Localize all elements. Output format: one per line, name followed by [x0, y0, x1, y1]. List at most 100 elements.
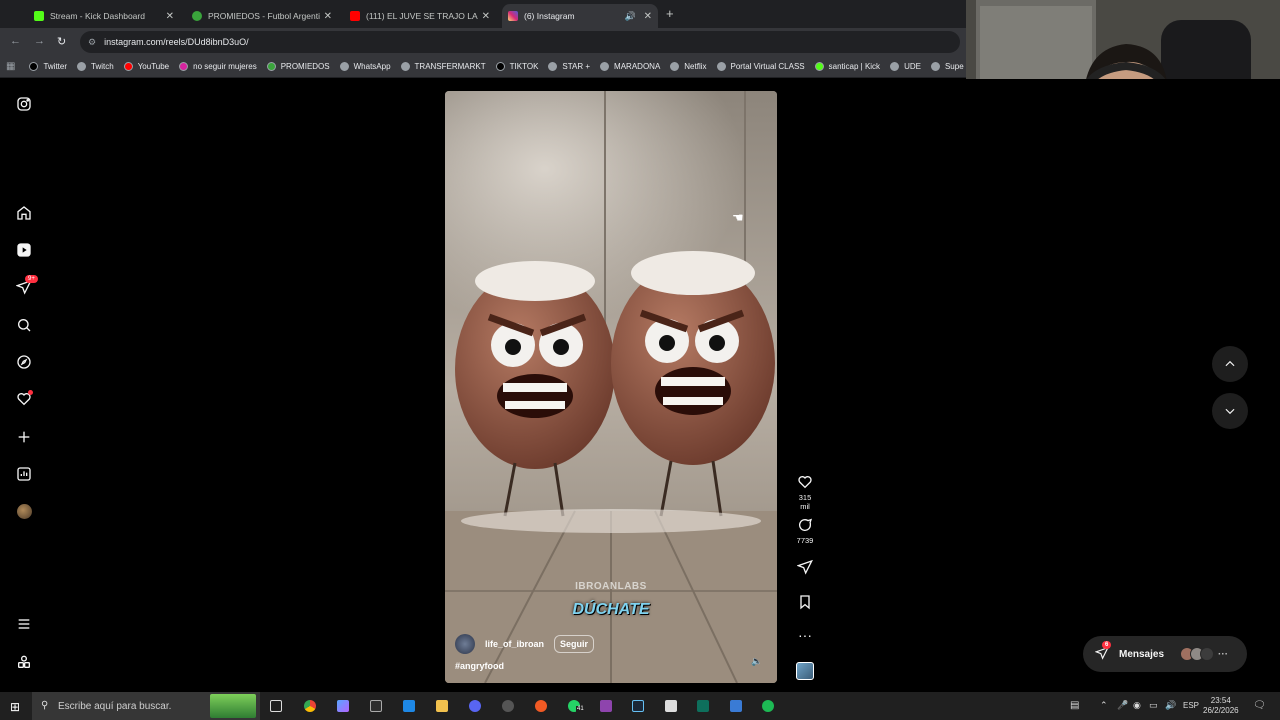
bookmark-item[interactable]: Portal Virtual CLASS [716, 62, 805, 71]
bookmark-item[interactable]: STAR + [548, 62, 590, 71]
home-icon[interactable] [15, 204, 33, 222]
comment-icon[interactable] [797, 517, 813, 533]
bookmark-item[interactable]: santicap | Kick [814, 62, 881, 71]
more-options-icon[interactable]: ··· [793, 627, 817, 643]
chrome-icon[interactable] [304, 700, 316, 712]
instagram-logo-icon[interactable] [15, 95, 33, 113]
messages-button[interactable]: 6 Mensajes ··· [1083, 636, 1247, 672]
site-info-icon[interactable]: ⚙ [88, 37, 96, 48]
bookmark-item[interactable]: TIKTOK [495, 62, 538, 71]
chevron-down-icon [1225, 408, 1235, 415]
create-icon[interactable] [15, 428, 33, 446]
news-widget-icon[interactable]: ▤ [1070, 700, 1079, 711]
bookmark-label: WhatsApp [353, 62, 391, 71]
bookmark-item[interactable]: no seguir mujeres [179, 62, 257, 71]
task-view-icon[interactable] [270, 700, 282, 712]
discord-icon[interactable] [469, 700, 481, 712]
file-explorer-icon[interactable] [436, 700, 448, 712]
reels-icon[interactable] [15, 241, 33, 259]
app-icon[interactable] [697, 700, 709, 712]
bookmark-item[interactable]: Netflix [670, 62, 707, 71]
tray-chevron-up-icon[interactable]: ⌃ [1100, 700, 1108, 711]
bookmark-label: santicap | Kick [828, 62, 881, 71]
close-icon[interactable]: ✕ [166, 11, 174, 22]
tab-promiedos[interactable]: PROMIEDOS - Futbol Argentino ✕ [186, 4, 338, 28]
new-tab-icon[interactable]: + [666, 6, 674, 21]
share-icon[interactable] [797, 559, 813, 575]
messages-badge: 9+ [25, 275, 38, 283]
windows-start-icon[interactable]: ⊞ [10, 700, 20, 714]
apps-grid-icon[interactable]: ▦ [6, 61, 15, 72]
app-icon[interactable] [600, 700, 612, 712]
mute-icon[interactable]: 🔈 [751, 656, 762, 667]
volume-icon[interactable]: 🔊 [1165, 700, 1176, 711]
taskbar-search[interactable]: ⚲ Escribe aquí para buscar. [32, 692, 260, 720]
share-action[interactable] [793, 559, 817, 578]
clock[interactable]: 23:54 26/2/2026 [1203, 696, 1239, 716]
search-icon[interactable] [15, 316, 33, 334]
clock-date: 26/2/2026 [1203, 706, 1239, 715]
bookmark-item[interactable]: Twitter [29, 62, 67, 71]
tab-youtube[interactable]: (111) EL JUVE SE TRAJO LA CLA ✕ [344, 4, 496, 28]
notifications-icon[interactable] [15, 390, 33, 408]
close-icon[interactable]: ✕ [644, 11, 652, 22]
author-username[interactable]: life_of_ibroan [485, 639, 544, 649]
bookmark-item[interactable]: YouTube [123, 62, 169, 71]
bookmark-item[interactable]: UDE [890, 62, 921, 71]
spotify-icon[interactable] [762, 700, 774, 712]
bookmark-favicon-icon [339, 62, 349, 71]
next-reel-button[interactable] [1212, 393, 1248, 429]
bookmark-item[interactable]: TRANSFERMARKT [400, 62, 486, 71]
menu-icon[interactable] [15, 615, 33, 633]
obs-icon[interactable] [502, 700, 514, 712]
heart-icon[interactable] [797, 474, 813, 490]
forward-icon[interactable]: → [34, 35, 45, 47]
like-action[interactable]: 315 mil [793, 474, 817, 511]
microphone-icon[interactable]: 🎤 [1117, 700, 1128, 711]
close-icon[interactable]: ✕ [482, 11, 490, 22]
bookmark-item[interactable]: PROMIEDOS [266, 62, 330, 71]
address-bar[interactable]: ⚙ instagram.com/reels/DUd8ibnD3uO/ [80, 31, 960, 53]
profile-icon[interactable] [15, 502, 33, 520]
notifications-center-icon[interactable]: 🗨 [1253, 700, 1266, 711]
explore-icon[interactable] [15, 353, 33, 371]
dashboard-icon[interactable] [15, 465, 33, 483]
back-icon[interactable]: ← [10, 35, 21, 47]
network-icon[interactable]: ▭ [1149, 700, 1158, 711]
language-indicator[interactable]: ESP [1183, 701, 1199, 710]
author-avatar[interactable] [455, 634, 475, 654]
previous-reel-button[interactable] [1212, 346, 1248, 382]
brave-icon[interactable] [535, 700, 547, 712]
app-icon[interactable] [665, 700, 677, 712]
bookmark-favicon-icon [495, 62, 505, 71]
edge-icon[interactable] [403, 700, 415, 712]
app-icon[interactable] [730, 700, 742, 712]
follow-button[interactable]: Seguir [554, 635, 595, 653]
reel-hashtag[interactable]: #angryfood [455, 661, 504, 671]
audio-thumbnail[interactable] [796, 662, 814, 680]
bookmark-icon[interactable] [797, 594, 813, 610]
epic-games-icon[interactable] [370, 700, 382, 712]
more-apps-icon[interactable] [15, 653, 33, 671]
messages-icon[interactable]: 9+ [15, 275, 38, 296]
whatsapp-badge: 41 [576, 706, 585, 712]
tab-instagram[interactable]: (6) Instagram 🔊 ✕ [502, 4, 658, 28]
save-action[interactable] [793, 594, 817, 613]
audio-playing-icon[interactable]: 🔊 [625, 11, 636, 22]
bookmark-item[interactable]: WhatsApp [339, 62, 391, 71]
steam-icon[interactable] [632, 700, 644, 712]
reload-icon[interactable]: ↻ [57, 35, 66, 48]
bookmark-item[interactable]: Twitch [77, 62, 114, 71]
camera-icon[interactable]: ◉ [1133, 700, 1141, 711]
bookmark-label: no seguir mujeres [193, 62, 257, 71]
bookmark-item[interactable]: MARADONA [600, 62, 660, 71]
comment-action[interactable]: 7739 [793, 517, 817, 545]
copilot-icon[interactable] [337, 700, 349, 712]
close-icon[interactable]: ✕ [324, 11, 332, 22]
kick-favicon-icon [34, 11, 44, 21]
tab-title: (6) Instagram [524, 11, 575, 21]
tab-kick-dashboard[interactable]: Stream - Kick Dashboard ✕ [28, 4, 180, 28]
bookmark-favicon-icon [179, 62, 189, 71]
reel-video[interactable]: IBROANLABS DÚCHATE life_of_ibroan Seguir… [445, 91, 777, 683]
bookmark-item[interactable]: Supe [930, 62, 964, 71]
